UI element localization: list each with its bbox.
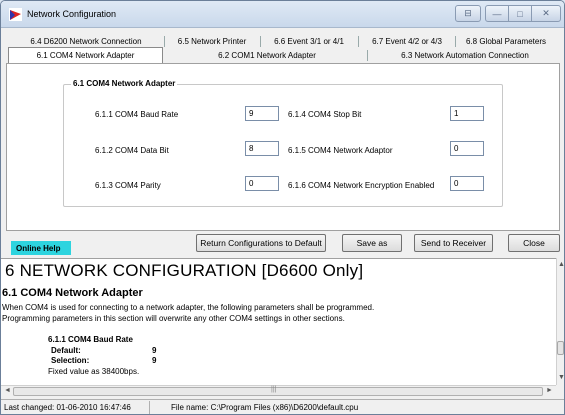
help-selection-label: Selection: [51,356,90,365]
help-default-value: 9 [152,346,157,355]
tab-d6200-network-connection[interactable]: 6.4 D6200 Network Connection [11,34,161,48]
network-adaptor-label: 6.1.5 COM4 Network Adaptor [288,146,393,155]
tab-event-4-2-or-4-3[interactable]: 6.7 Event 4/2 or 4/3 [361,34,453,48]
file-name-status: File name: C:\Program Files (x86)\D6200\… [171,403,359,412]
close-window-button[interactable]: ✕ [531,5,561,22]
help-note: Fixed value as 38400bps. [48,367,140,376]
group-title: 6.1 COM4 Network Adapter [71,79,178,88]
encryption-enabled-input[interactable] [450,176,484,191]
tab-separator [367,50,368,61]
help-default-label: Default: [51,346,81,355]
help-heading: 6 NETWORK CONFIGURATION [D6600 Only] [5,261,364,280]
status-separator [149,401,150,414]
scroll-grip-icon: ||| [271,386,277,393]
tab-separator [455,36,456,47]
scroll-down-icon[interactable]: ▼ [558,374,564,381]
tab-com1-network-adapter[interactable]: 6.2 COM1 Network Adapter [169,48,365,62]
help-selection-value: 9 [152,356,157,365]
horizontal-scroll-thumb[interactable] [13,387,543,396]
parity-input[interactable] [245,176,279,191]
network-adaptor-input[interactable] [450,141,484,156]
tab-network-printer[interactable]: 6.5 Network Printer [167,34,257,48]
minimize-button[interactable]: — [485,5,509,22]
baud-rate-input[interactable] [245,106,279,121]
data-bit-input[interactable] [245,141,279,156]
help-item-title: 6.1.1 COM4 Baud Rate [48,335,133,344]
help-paragraph-1: When COM4 is used for connecting to a ne… [2,303,375,312]
scroll-right-icon[interactable]: ► [546,387,553,394]
return-to-default-button[interactable]: Return Configurations to Default [196,234,326,252]
close-button[interactable]: Close [508,234,560,252]
vertical-scrollbar[interactable] [556,258,564,385]
maximize-button[interactable]: □ [508,5,532,22]
stop-bit-label: 6.1.4 COM4 Stop Bit [288,110,362,119]
tab-com4-network-adapter[interactable]: 6.1 COM4 Network Adapter [8,47,163,63]
scroll-left-icon[interactable]: ◄ [4,387,11,394]
tab-event-3-1-or-4-1[interactable]: 6.6 Event 3/1 or 4/1 [263,34,355,48]
network-configuration-window: Network Configuration ⊟ — □ ✕ 6.4 D6200 … [0,0,565,415]
parity-label: 6.1.3 COM4 Parity [95,181,161,190]
title-bar[interactable]: Network Configuration ⊟ — □ ✕ [1,1,564,28]
vertical-scroll-thumb[interactable] [557,341,564,355]
window-title: Network Configuration [27,9,117,19]
tab-separator [164,36,165,47]
help-pane[interactable]: 6 NETWORK CONFIGURATION [D6600 Only] 6.1… [1,258,556,385]
help-subheading: 6.1 COM4 Network Adapter [2,287,143,299]
help-paragraph-2: Programming parameters in this section w… [2,314,345,323]
baud-rate-label: 6.1.1 COM4 Baud Rate [95,110,179,119]
data-bit-label: 6.1.2 COM4 Data Bit [95,146,169,155]
tab-global-parameters[interactable]: 6.8 Global Parameters [458,34,554,48]
tab-separator [358,36,359,47]
tab-network-automation-connection[interactable]: 6.3 Network Automation Connection [370,48,560,62]
last-changed-status: Last changed: 01-06-2010 16:47:46 [4,403,131,412]
stop-bit-input[interactable] [450,106,484,121]
app-icon [9,8,22,21]
tab-separator [260,36,261,47]
system-menu-button[interactable]: ⊟ [455,5,481,22]
save-as-button[interactable]: Save as [342,234,402,252]
send-to-receiver-button[interactable]: Send to Receiver [414,234,493,252]
scroll-up-icon[interactable]: ▲ [558,261,564,268]
online-help-button[interactable]: Online Help [11,241,71,255]
encryption-enabled-label: 6.1.6 COM4 Network Encryption Enabled [288,181,435,190]
